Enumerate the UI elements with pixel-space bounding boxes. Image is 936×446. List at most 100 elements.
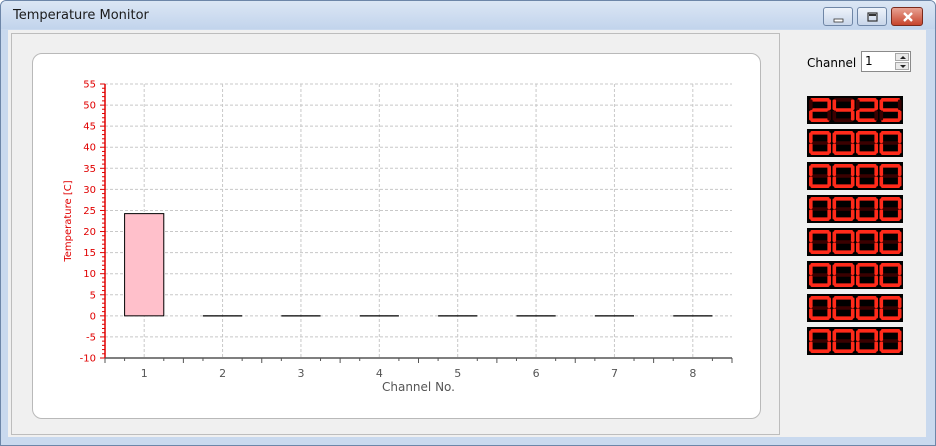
led-segment [834,184,853,188]
x-tick-label: 5 [454,367,461,380]
led-segment [827,209,831,220]
led-segment [897,132,902,143]
led-digit [832,197,855,221]
led-segment [856,143,860,154]
y-tick-label: 20 [83,227,96,238]
led-segment [856,198,860,209]
led-segment [832,99,837,110]
x-tick-label: 8 [689,367,696,380]
maximize-button[interactable] [857,7,887,26]
led-segment [881,263,900,267]
led-digit [879,131,902,155]
led-digit [856,329,878,353]
led-segment [881,329,900,333]
led-segment [834,339,853,343]
led-segment [827,176,831,187]
led-segment [857,118,877,122]
led-segment [881,230,900,234]
led-segment [827,308,831,319]
spinner-down-button[interactable] [895,62,909,70]
led-segment [832,165,837,176]
led-segment [857,197,877,201]
led-segment [810,316,830,320]
led-digit [832,329,855,353]
led-segment [879,198,884,209]
led-segment [834,108,853,112]
led-display-channel-5: 00.00 [807,228,903,256]
minimize-button[interactable] [823,7,853,26]
led-digit [832,131,855,155]
led-segment [879,242,884,253]
x-tick-label: 7 [611,367,618,380]
led-segment [879,264,884,275]
close-button[interactable] [891,7,923,26]
x-tick-label: 2 [219,367,226,380]
led-segment [810,296,830,300]
main-window: Temperature Monitor -10 -5 0 5 10 15 20 25 30 35 4… [0,0,936,446]
led-segment [827,143,831,154]
led-digit [856,131,878,155]
led-segment [834,306,853,310]
led-segment [857,98,877,102]
led-digit [809,263,831,287]
led-segment [856,341,860,352]
led-segment [810,250,830,254]
channel-spinner-value[interactable]: 1 [865,54,873,68]
led-segment [874,297,878,308]
x-tick-label: 6 [533,367,540,380]
led-digit [809,230,831,254]
led-segment [850,165,855,176]
led-segment [834,329,853,333]
led-digit [832,98,855,122]
led-segment [879,297,884,308]
led-segment [881,131,900,135]
led-segment [850,110,855,121]
led-digit [879,296,902,320]
led-segment [874,341,878,352]
led-segment [897,264,902,275]
led-segment [809,209,813,220]
led-segment [810,329,830,333]
led-segment [834,240,853,244]
led-digit [809,296,831,320]
led-segment [856,264,860,275]
y-tick-label: 25 [83,206,96,217]
y-tick-label: -5 [86,332,96,343]
channel-spinner[interactable]: 1 [861,51,911,72]
led-segment [834,316,853,320]
led-segment [856,275,860,286]
spinner-up-button[interactable] [895,53,909,61]
led-segment [857,174,877,178]
title-bar[interactable]: Temperature Monitor [1,1,935,29]
led-segment [857,230,877,234]
y-tick-label: 5 [90,290,96,301]
led-segment [810,273,830,277]
led-segment [832,275,837,286]
led-segment [850,132,855,143]
window-title: Temperature Monitor [13,8,149,23]
led-segment [856,110,860,121]
led-segment [827,165,831,176]
led-segment [809,242,813,253]
led-segment [856,242,860,253]
led-segment [881,164,900,168]
led-segment [874,132,878,143]
led-digit [809,98,831,122]
led-digit [832,230,855,254]
led-segment [850,264,855,275]
led-segment [834,131,853,135]
led-segment [881,250,900,254]
led-segment [850,176,855,187]
led-segment [850,242,855,253]
led-digit [809,164,831,188]
led-segment [897,231,902,242]
led-segment [857,339,877,343]
y-tick-label: 35 [83,164,96,175]
led-segment [857,141,877,145]
y-tick-label: 10 [83,269,96,280]
led-segment [850,297,855,308]
led-segment [827,341,831,352]
led-segment [857,329,877,333]
led-segment [856,99,860,110]
close-icon [903,12,913,22]
